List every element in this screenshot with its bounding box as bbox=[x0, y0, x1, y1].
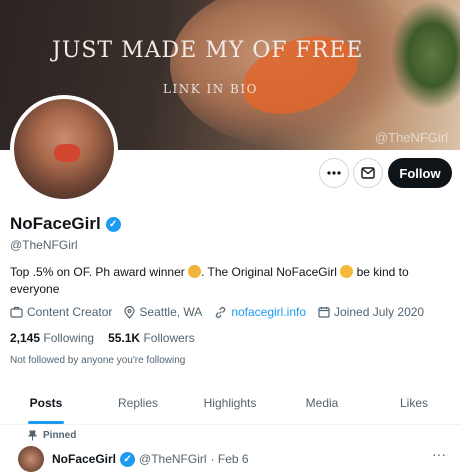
mail-icon bbox=[361, 167, 375, 179]
pin-icon bbox=[28, 430, 37, 441]
profile-tabs: Posts Replies Highlights Media Likes bbox=[0, 382, 460, 425]
message-button[interactable] bbox=[353, 158, 383, 188]
joined-item: Joined July 2020 bbox=[318, 305, 424, 319]
pinned-label: Pinned bbox=[43, 430, 77, 441]
profile-bio: Top .5% on OF. Ph award winner . The Ori… bbox=[10, 264, 430, 298]
briefcase-icon bbox=[10, 306, 23, 318]
more-icon bbox=[327, 171, 341, 175]
link-icon bbox=[216, 306, 226, 318]
location-pin-icon bbox=[124, 305, 135, 319]
medal-emoji-icon bbox=[188, 265, 202, 278]
tab-likes[interactable]: Likes bbox=[368, 382, 460, 424]
profile-name-row: NoFaceGirl ✓ bbox=[10, 214, 121, 234]
follow-stats: 2,145 Following 55.1K Followers bbox=[10, 331, 195, 345]
avatar[interactable] bbox=[10, 95, 118, 203]
category-item: Content Creator bbox=[10, 305, 112, 319]
profile-name: NoFaceGirl bbox=[10, 214, 101, 233]
banner-plant bbox=[390, 0, 460, 110]
post-avatar[interactable] bbox=[18, 446, 44, 472]
following-count: 2,145 bbox=[10, 331, 41, 345]
location-label: Seattle, WA bbox=[139, 305, 203, 319]
tab-media[interactable]: Media bbox=[276, 382, 368, 424]
calendar-icon bbox=[318, 307, 330, 318]
following-link[interactable]: 2,145 Following bbox=[10, 331, 94, 345]
joined-label: Joined July 2020 bbox=[334, 305, 425, 319]
post-verified-badge-icon: ✓ bbox=[120, 451, 136, 467]
banner-subline: LINK IN BIO bbox=[163, 82, 258, 96]
tab-replies[interactable]: Replies bbox=[92, 382, 184, 424]
website-item[interactable]: nofacegirl.info bbox=[214, 305, 306, 319]
pinned-indicator: Pinned bbox=[28, 430, 76, 441]
profile-meta: Content Creator Seattle, WA nofacegirl.i… bbox=[10, 305, 424, 319]
tab-posts[interactable]: Posts bbox=[0, 382, 92, 424]
kiss-emoji-icon bbox=[340, 265, 354, 278]
bio-text-1: Top .5% on OF. Ph award winner bbox=[10, 265, 189, 279]
followers-label: Followers bbox=[143, 331, 195, 345]
verified-badge-icon[interactable]: ✓ bbox=[105, 216, 121, 232]
profile-handle: @TheNFGirl bbox=[10, 238, 78, 252]
avatar-detail bbox=[54, 144, 80, 162]
post-date[interactable]: · Feb 6 bbox=[211, 452, 249, 466]
follow-button[interactable]: Follow bbox=[388, 158, 452, 188]
followers-link[interactable]: 55.1K Followers bbox=[108, 331, 195, 345]
followers-count: 55.1K bbox=[108, 331, 141, 345]
category-label: Content Creator bbox=[27, 305, 113, 319]
post-author-name[interactable]: NoFaceGirl bbox=[52, 452, 116, 466]
website-link[interactable]: nofacegirl.info bbox=[231, 305, 306, 319]
banner-headline: JUST MADE MY OF FREE bbox=[52, 38, 364, 63]
tab-highlights[interactable]: Highlights bbox=[184, 382, 276, 424]
post-header: NoFaceGirl ✓ @TheNFGirl · Feb 6 bbox=[18, 446, 249, 472]
post-author-handle: @TheNFGirl bbox=[139, 452, 207, 466]
not-followed-note: Not followed by anyone you're following bbox=[10, 355, 186, 366]
location-item: Seattle, WA bbox=[124, 305, 202, 319]
bio-text-2: . The Original NoFaceGirl bbox=[201, 265, 341, 279]
more-button[interactable] bbox=[319, 158, 349, 188]
banner-watermark: @TheNFGirl bbox=[374, 130, 448, 145]
following-label: Following bbox=[43, 331, 95, 345]
